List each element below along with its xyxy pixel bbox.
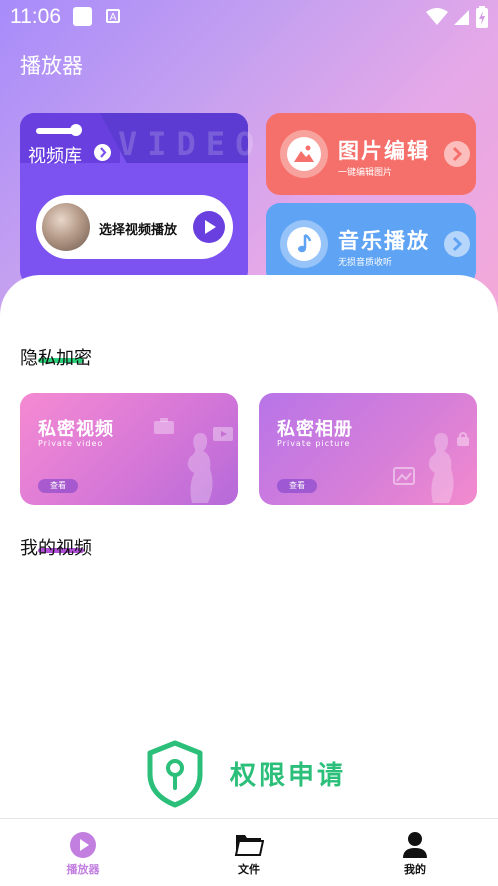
play-circle-icon bbox=[70, 832, 96, 858]
status-bar: 11:06 A bbox=[0, 0, 498, 34]
music-note-icon bbox=[287, 227, 321, 261]
select-video-text: 选择视频播放 bbox=[99, 223, 178, 238]
permission-request-button[interactable]: 权限申请 bbox=[145, 740, 365, 808]
slider-dot bbox=[70, 124, 82, 136]
picture-frame-icon bbox=[393, 467, 415, 485]
tab-files[interactable]: 文件 bbox=[166, 819, 332, 886]
private-album-title: 私密相册 bbox=[277, 419, 353, 440]
music-play-card[interactable]: 音乐播放 无损音质收听 bbox=[266, 203, 476, 285]
keyboard-a-icon: A bbox=[106, 9, 120, 23]
battery-icon bbox=[476, 6, 488, 28]
tab-mine-label: 我的 bbox=[404, 863, 426, 876]
video-icon bbox=[213, 427, 233, 441]
status-time: 11:06 bbox=[10, 5, 61, 28]
person-icon bbox=[403, 832, 427, 858]
view-private-album-button[interactable]: 查看 bbox=[277, 479, 317, 493]
tab-files-label: 文件 bbox=[238, 863, 260, 876]
private-video-title: 私密视频 bbox=[38, 419, 114, 440]
image-edit-card[interactable]: 图片编辑 一键编辑图片 bbox=[266, 113, 476, 195]
app-title: 播放器 bbox=[20, 54, 83, 78]
signal-icon bbox=[454, 10, 469, 25]
private-album-card[interactable]: 私密相册 Private picture 查看 bbox=[259, 393, 477, 505]
lock-icon bbox=[457, 432, 469, 446]
chevron-right-icon[interactable] bbox=[94, 144, 111, 161]
permission-request-text: 权限申请 bbox=[230, 761, 347, 791]
image-icon bbox=[287, 137, 321, 171]
video-watermark: VIDEO bbox=[118, 125, 265, 163]
slider-decoration bbox=[36, 128, 74, 134]
privacy-section-title: 隐私加密 bbox=[20, 348, 92, 369]
camera-icon bbox=[154, 418, 174, 434]
video-library-label[interactable]: 视频库 bbox=[28, 142, 82, 168]
tab-player-label: 播放器 bbox=[66, 863, 100, 876]
tab-mine[interactable]: 我的 bbox=[332, 819, 498, 886]
video-thumbnail-avatar bbox=[42, 203, 90, 251]
private-video-card[interactable]: 私密视频 Private video 查看 bbox=[20, 393, 238, 505]
notification-square-icon bbox=[73, 7, 92, 26]
shield-lock-icon bbox=[147, 740, 203, 808]
image-edit-title: 图片编辑 bbox=[338, 138, 430, 163]
status-icons bbox=[426, 6, 488, 28]
image-edit-subtitle: 一键编辑图片 bbox=[338, 168, 393, 178]
view-private-video-button[interactable]: 查看 bbox=[38, 479, 78, 493]
wifi-icon bbox=[426, 8, 448, 25]
chevron-right-icon[interactable] bbox=[444, 141, 470, 167]
play-icon[interactable] bbox=[193, 211, 225, 243]
tab-player[interactable]: 播放器 bbox=[0, 819, 166, 886]
folder-icon bbox=[234, 835, 264, 856]
music-play-subtitle: 无损音质收听 bbox=[338, 258, 393, 268]
bottom-tab-bar: 播放器 文件 我的 bbox=[0, 818, 498, 886]
my-videos-section-title: 我的视频 bbox=[20, 538, 92, 559]
chevron-right-icon[interactable] bbox=[444, 231, 470, 257]
private-video-subtitle: Private video bbox=[38, 439, 104, 448]
private-album-subtitle: Private picture bbox=[277, 439, 351, 448]
music-play-title: 音乐播放 bbox=[338, 228, 430, 253]
